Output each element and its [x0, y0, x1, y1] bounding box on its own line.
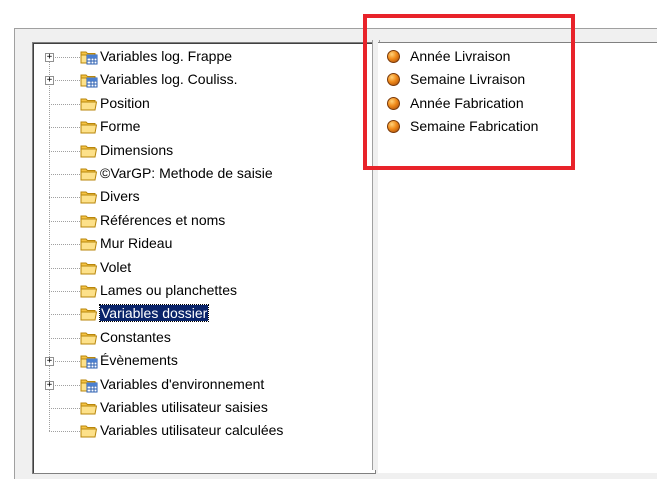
tree-item-label[interactable]: Mur Rideau	[100, 235, 172, 251]
folder-icon	[80, 283, 98, 299]
tree-item-label[interactable]: Constantes	[100, 329, 171, 345]
tree-connector	[49, 220, 80, 222]
expand-plus-icon[interactable]: +	[45, 53, 54, 62]
tree-item-label[interactable]: Dimensions	[100, 142, 173, 158]
tree-connector	[49, 291, 80, 292]
tree-item-label[interactable]: Variables utilisateur calculées	[100, 422, 283, 438]
folder-icon	[80, 166, 98, 182]
table-folder-icon	[80, 72, 98, 88]
expand-plus-icon[interactable]: +	[45, 380, 54, 390]
folder-icon	[80, 119, 98, 135]
table-folder-icon	[80, 377, 98, 393]
tree-connector	[49, 150, 80, 152]
highlight-annotation-box	[363, 14, 575, 170]
folder-icon	[80, 260, 98, 276]
tree-connector	[49, 103, 80, 105]
tree-item-label[interactable]: Lames ou planchettes	[100, 282, 237, 298]
folder-icon	[80, 400, 98, 416]
tree-item-label[interactable]: Évènements	[100, 352, 178, 368]
folder-icon	[80, 330, 98, 346]
tree-connector	[49, 244, 80, 246]
tree-connector	[49, 197, 80, 199]
folder-icon	[80, 423, 98, 439]
tree-item-label[interactable]: Forme	[100, 118, 140, 134]
tree-connector	[49, 314, 80, 316]
tree-item-label[interactable]: Position	[100, 95, 150, 111]
tree-item-label[interactable]: Variables dossier	[98, 304, 210, 323]
folder-icon	[80, 189, 98, 205]
tree-connector	[49, 174, 80, 175]
tree-item-label[interactable]: Variables log. Frappe	[100, 48, 232, 64]
tree-item-label[interactable]: Volet	[100, 259, 131, 275]
tree-item-label[interactable]: Variables log. Couliss.	[100, 71, 237, 87]
table-folder-icon	[80, 49, 98, 65]
tree-item-label[interactable]: Variables utilisateur saisies	[100, 399, 268, 415]
expand-plus-icon[interactable]: +	[45, 357, 54, 367]
folder-icon	[80, 236, 98, 252]
folder-icon	[80, 143, 98, 159]
tree-item-label[interactable]: Divers	[100, 188, 140, 204]
tree-connector	[49, 408, 80, 409]
tree-connector	[49, 267, 80, 269]
tree-item-label[interactable]: Références et noms	[100, 212, 225, 228]
tree-connector	[49, 337, 80, 339]
expand-plus-icon[interactable]: +	[45, 76, 54, 86]
folder-icon	[80, 96, 98, 112]
table-folder-icon	[80, 353, 98, 369]
tree-connector	[49, 431, 80, 433]
folder-icon	[80, 213, 98, 229]
tree-item-label[interactable]: ©VarGP: Methode de saisie	[100, 165, 273, 181]
tree-connector	[49, 127, 80, 129]
tree-item-label[interactable]: Variables d'environnement	[100, 376, 264, 392]
folder-icon	[80, 306, 98, 322]
